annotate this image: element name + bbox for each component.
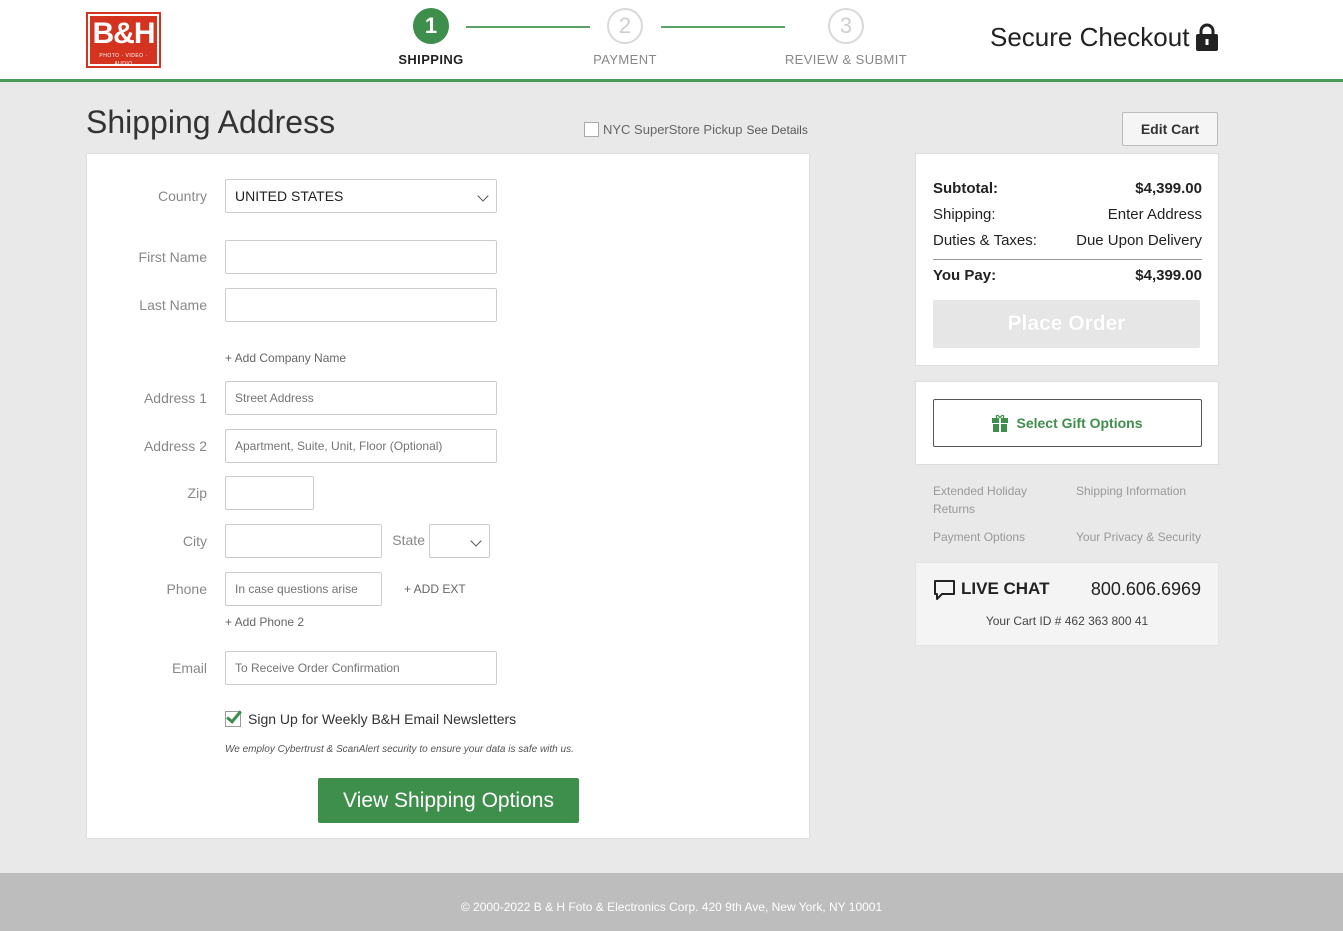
country-select[interactable]: UNITED STATES xyxy=(225,179,497,213)
address1-label: Address 1 xyxy=(143,390,207,406)
shipping-label: Shipping: xyxy=(933,206,996,223)
shipping-form: Country UNITED STATES First Name Last Na… xyxy=(86,153,810,839)
address2-label: Address 2 xyxy=(143,438,207,454)
checkout-header: B&H PHOTO · VIDEO · AUDIO 1 SHIPPING 2 P… xyxy=(0,0,1343,82)
live-chat-link[interactable]: LIVE CHAT xyxy=(961,579,1049,599)
duties-row: Duties & Taxes: Due Upon Delivery xyxy=(933,232,1202,249)
zip-label: Zip xyxy=(187,485,207,501)
step-number-2: 2 xyxy=(607,8,643,44)
step-review: 3 REVIEW & SUBMIT xyxy=(776,8,916,67)
last-name-input[interactable] xyxy=(225,288,497,322)
you-pay-label: You Pay: xyxy=(933,267,997,284)
add-company-link[interactable]: + Add Company Name xyxy=(225,351,346,365)
chat-bubble-icon[interactable] xyxy=(933,579,956,601)
phone-label: Phone xyxy=(166,581,207,597)
logo-mark: B&H xyxy=(92,17,156,50)
pickup-label: NYC SuperStore Pickup xyxy=(603,122,743,137)
duties-value: Due Upon Delivery xyxy=(1076,232,1202,249)
duties-label: Duties & Taxes: xyxy=(933,232,1037,249)
gift-options-card: Select Gift Options xyxy=(915,381,1219,465)
shipping-value: Enter Address xyxy=(1107,206,1202,223)
step-number-3: 3 xyxy=(828,8,864,44)
address2-input[interactable] xyxy=(225,429,497,463)
page-title: Shipping Address xyxy=(86,104,336,140)
add-ext-link[interactable]: + ADD EXT xyxy=(404,582,466,596)
payment-options-link[interactable]: Payment Options xyxy=(933,528,1025,546)
subtotal-value: $4,399.00 xyxy=(1135,180,1202,197)
see-details-link[interactable]: See Details xyxy=(746,123,807,137)
copyright-text: © 2000-2022 B & H Foto & Electronics Cor… xyxy=(460,900,883,914)
newsletter-checkbox[interactable] xyxy=(225,707,242,727)
privacy-security-link[interactable]: Your Privacy & Security xyxy=(1076,528,1201,546)
state-label: State xyxy=(392,532,425,548)
live-chat-card: LIVE CHAT 800.606.6969 Your Cart ID # 46… xyxy=(915,562,1219,646)
bh-logo[interactable]: B&H PHOTO · VIDEO · AUDIO xyxy=(86,12,161,68)
step-number-1: 1 xyxy=(413,8,449,44)
newsletter-label: Sign Up for Weekly B&H Email Newsletters xyxy=(248,711,517,727)
security-note: We employ Cybertrust & ScanAlert securit… xyxy=(225,744,574,755)
lock-icon xyxy=(1196,23,1218,51)
step-label-review: REVIEW & SUBMIT xyxy=(784,52,908,67)
last-name-label: Last Name xyxy=(139,297,207,313)
step-payment: 2 PAYMENT xyxy=(555,8,695,67)
logo-tagline: PHOTO · VIDEO · AUDIO xyxy=(99,53,148,67)
address1-input[interactable] xyxy=(225,381,497,415)
chevron-down-icon xyxy=(470,535,482,547)
phone-number[interactable]: 800.606.6969 xyxy=(1091,579,1201,600)
country-value: UNITED STATES xyxy=(235,188,344,204)
summary-divider xyxy=(933,259,1202,260)
subtotal-row: Subtotal: $4,399.00 xyxy=(933,180,1202,197)
phone-input[interactable] xyxy=(225,572,382,606)
step-label-shipping: SHIPPING xyxy=(398,52,464,67)
select-gift-options-button[interactable]: Select Gift Options xyxy=(933,399,1202,447)
email-input[interactable] xyxy=(225,651,497,685)
order-summary: Subtotal: $4,399.00 Shipping: Enter Addr… xyxy=(915,153,1219,366)
cart-id: Your Cart ID # 462 363 800 41 xyxy=(985,614,1149,628)
first-name-input[interactable] xyxy=(225,240,497,274)
store-pickup-option[interactable]: NYC SuperStore Pickup See Details xyxy=(584,122,808,137)
add-phone2-link[interactable]: + Add Phone 2 xyxy=(225,615,304,629)
pickup-checkbox[interactable] xyxy=(584,122,599,137)
first-name-label: First Name xyxy=(138,249,207,265)
zip-input[interactable] xyxy=(225,476,314,510)
chevron-down-icon xyxy=(477,190,489,202)
shipping-row: Shipping: Enter Address xyxy=(933,206,1202,223)
checkmark-icon xyxy=(226,707,242,724)
you-pay-row: You Pay: $4,399.00 xyxy=(933,267,1202,284)
gift-options-label: Select Gift Options xyxy=(1016,415,1143,431)
you-pay-value: $4,399.00 xyxy=(1135,267,1202,284)
edit-cart-button[interactable]: Edit Cart xyxy=(1122,112,1218,146)
gift-icon xyxy=(992,414,1009,432)
subtotal-label: Subtotal: xyxy=(933,180,998,197)
extended-returns-link[interactable]: Extended Holiday Returns xyxy=(933,482,1048,518)
page-footer: © 2000-2022 B & H Foto & Electronics Cor… xyxy=(0,873,1343,931)
country-label: Country xyxy=(157,188,207,204)
place-order-button[interactable]: Place Order xyxy=(933,300,1200,348)
step-label-payment: PAYMENT xyxy=(593,52,657,67)
newsletter-option[interactable]: Sign Up for Weekly B&H Email Newsletters xyxy=(225,707,517,727)
email-label: Email xyxy=(171,660,207,676)
step-shipping: 1 SHIPPING xyxy=(361,8,501,67)
city-label: City xyxy=(182,533,207,549)
state-select[interactable] xyxy=(429,524,490,558)
shipping-info-link[interactable]: Shipping Information xyxy=(1076,482,1186,500)
view-shipping-options-button[interactable]: View Shipping Options xyxy=(318,778,579,823)
secure-checkout-title: Secure Checkout xyxy=(990,22,1190,52)
